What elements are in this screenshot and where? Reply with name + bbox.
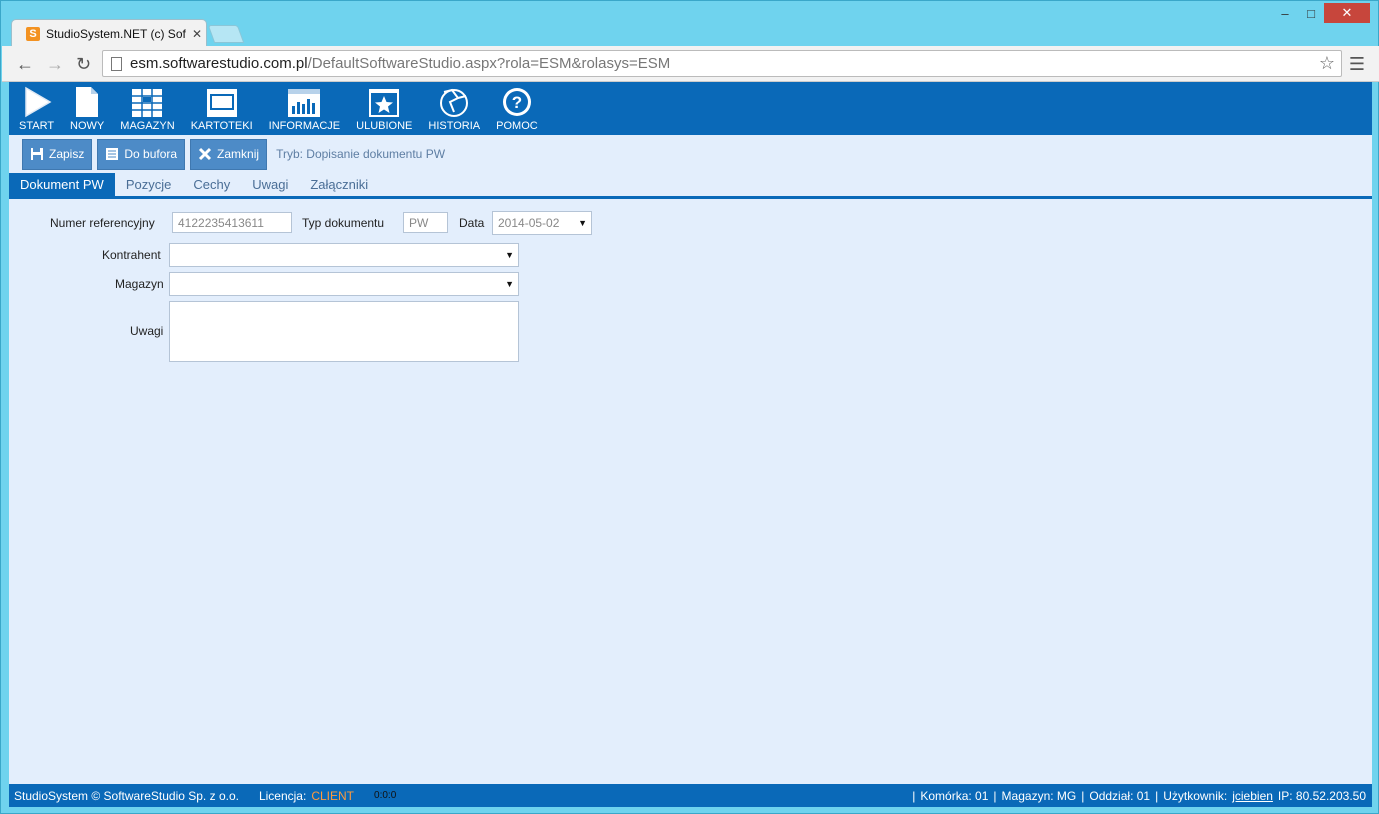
- menu-ulubione[interactable]: ULUBIONE: [348, 82, 420, 135]
- close-button[interactable]: Zamknij: [190, 138, 268, 170]
- action-bar: Zapisz Do bufora Zamknij Tryb: Dopisanie…: [9, 135, 1372, 173]
- dropdown-arrow-icon[interactable]: ▼: [505, 279, 514, 289]
- menu-start[interactable]: START: [11, 82, 62, 135]
- tab-cechy[interactable]: Cechy: [182, 173, 241, 196]
- warehouse-grid-icon: [132, 89, 163, 117]
- to-buffer-button[interactable]: Do bufora: [97, 138, 186, 170]
- tab-close-icon[interactable]: ✕: [192, 27, 202, 41]
- address-bar[interactable]: esm.softwarestudio.com.pl/DefaultSoftwar…: [102, 50, 1342, 77]
- bookmark-star-icon[interactable]: ☆: [1319, 53, 1335, 74]
- contractor-label: Kontrahent: [102, 248, 161, 262]
- menu-label: KARTOTEKI: [190, 120, 253, 132]
- new-document-icon: [76, 87, 99, 117]
- dropdown-arrow-icon[interactable]: ▼: [505, 250, 514, 260]
- back-icon[interactable]: ←: [16, 54, 34, 75]
- close-window-button[interactable]: ✕: [1324, 3, 1370, 23]
- maximize-button[interactable]: □: [1298, 3, 1324, 23]
- status-bar: StudioSystem © SoftwareStudio Sp. z o.o.…: [9, 784, 1372, 807]
- floppy-icon: [30, 147, 44, 161]
- url-path: /DefaultSoftwareStudio.aspx?rola=ESM&rol…: [307, 55, 671, 72]
- warehouse-select[interactable]: ▼: [169, 272, 519, 296]
- doctype-value: PW: [409, 215, 429, 230]
- menu-historia[interactable]: HISTORIA: [420, 82, 488, 135]
- cell-text: Komórka: 01: [920, 788, 989, 803]
- save-label: Zapisz: [49, 147, 85, 161]
- dropdown-arrow-icon[interactable]: ▼: [578, 218, 587, 228]
- menu-label: ULUBIONE: [356, 120, 413, 132]
- forward-icon[interactable]: →: [46, 54, 64, 75]
- user-link[interactable]: jciebien: [1232, 789, 1273, 803]
- menu-pomoc[interactable]: ? POMOC: [488, 82, 546, 135]
- chart-icon: [288, 89, 321, 117]
- mode-text: Tryb: Dopisanie dokumentu PW: [276, 147, 446, 161]
- reload-icon[interactable]: ↻: [76, 54, 91, 75]
- warehouse-status-text: Magazyn: MG: [1001, 788, 1077, 803]
- star-icon: [369, 89, 400, 117]
- license-value: CLIENT: [311, 788, 355, 803]
- contractor-select[interactable]: ▼: [169, 243, 519, 267]
- warehouse-label: Magazyn: [115, 277, 164, 291]
- new-tab-button[interactable]: [207, 25, 245, 43]
- copyright-text: StudioSystem © SoftwareStudio Sp. z o.o.: [14, 788, 239, 803]
- tab-uwagi[interactable]: Uwagi: [241, 173, 299, 196]
- doctype-label: Typ dokumentu: [302, 216, 385, 230]
- tab-title: StudioSystem.NET (c) Soft: [46, 26, 186, 41]
- browser-tab[interactable]: S StudioSystem.NET (c) Soft ✕: [11, 19, 207, 47]
- menu-label: START: [19, 120, 55, 132]
- notes-textarea[interactable]: [169, 301, 519, 362]
- menu-informacje[interactable]: INFORMACJE: [261, 82, 349, 135]
- license-label: Licencja:: [258, 788, 307, 803]
- to-buffer-label: Do bufora: [124, 147, 178, 161]
- document-form: Numer referencyjny 4122235413611 Typ dok…: [9, 199, 1372, 784]
- close-label: Zamknij: [217, 147, 260, 161]
- menu-kartoteki[interactable]: KARTOTEKI: [183, 82, 261, 135]
- date-picker[interactable]: 2014-05-02 ▼: [492, 211, 592, 235]
- menu-magazyn[interactable]: MAGAZYN: [112, 82, 182, 135]
- history-globe-icon: [440, 88, 469, 117]
- menu-nowy[interactable]: NOWY: [62, 82, 112, 135]
- window-controls: – □ ✕: [1272, 3, 1370, 23]
- date-label: Data: [459, 216, 485, 230]
- app-area: START NOWY MAGAZYN KARTOTEKI INFORMACJE …: [9, 82, 1372, 807]
- list-icon: [105, 147, 119, 161]
- menu-label: POMOC: [496, 120, 538, 132]
- svg-text:?: ?: [512, 93, 522, 112]
- document-tabs: Dokument PW Pozycje Cechy Uwagi Załączni…: [9, 173, 1372, 199]
- tab-pozycje[interactable]: Pozycje: [115, 173, 183, 196]
- branch-text: Oddział: 01: [1089, 788, 1151, 803]
- main-menu-bar: START NOWY MAGAZYN KARTOTEKI INFORMACJE …: [9, 82, 1372, 135]
- menu-label: MAGAZYN: [120, 120, 175, 132]
- close-x-icon: [198, 147, 212, 161]
- studiosystem-favicon: S: [26, 26, 40, 41]
- menu-label: INFORMACJE: [268, 120, 341, 132]
- browser-window: – □ ✕ S StudioSystem.NET (c) Soft ✕ ← → …: [0, 0, 1379, 814]
- browser-menu-icon[interactable]: ☰: [1349, 54, 1365, 75]
- user-label: Użytkownik:: [1163, 788, 1228, 803]
- doctype-field[interactable]: PW: [403, 212, 448, 233]
- save-button[interactable]: Zapisz: [22, 138, 93, 170]
- menu-label: HISTORIA: [428, 120, 481, 132]
- ip-text: IP: 80.52.203.50: [1277, 788, 1366, 803]
- notes-label: Uwagi: [130, 324, 164, 338]
- date-value: 2014-05-02: [498, 216, 560, 230]
- tab-dokument-pw[interactable]: Dokument PW: [9, 173, 115, 196]
- help-icon: ?: [502, 88, 531, 116]
- ref-number-field[interactable]: 4122235413611: [172, 212, 292, 233]
- ref-number-value: 4122235413611: [178, 215, 264, 230]
- minimize-button[interactable]: –: [1272, 3, 1298, 23]
- page-icon: [111, 56, 122, 71]
- url-host: esm.softwarestudio.com.pl: [130, 55, 308, 72]
- menu-label: NOWY: [70, 120, 105, 132]
- browser-toolbar: ← → ↻ esm.softwarestudio.com.pl/DefaultS…: [2, 46, 1379, 82]
- status-right: | Komórka: 01 | Magazyn: MG | Oddział: 0…: [912, 788, 1366, 803]
- window-icon: [206, 89, 237, 117]
- ref-label: Numer referencyjny: [50, 216, 155, 230]
- play-icon: [24, 86, 52, 118]
- clock-text: 0:0:0: [374, 790, 397, 801]
- tab-zalaczniki[interactable]: Załączniki: [299, 173, 379, 196]
